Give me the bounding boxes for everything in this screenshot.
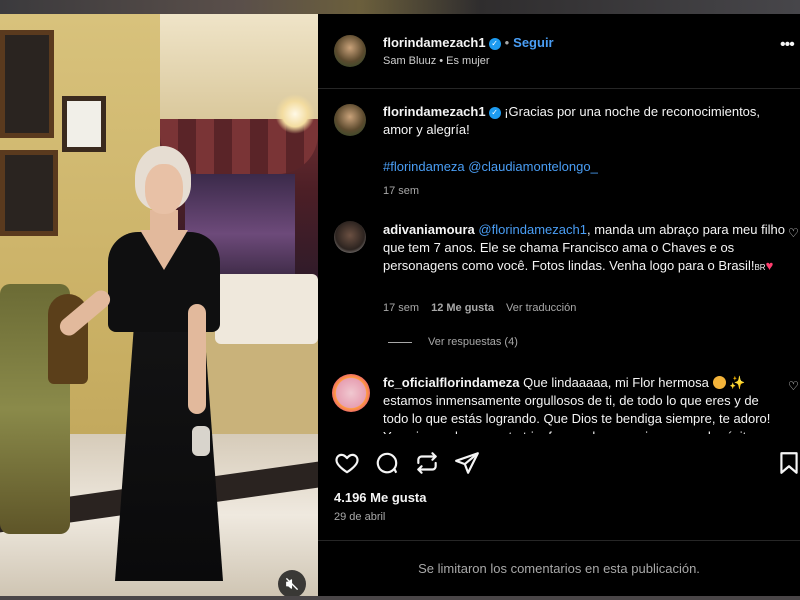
sofa bbox=[215, 274, 318, 344]
caption-avatar[interactable] bbox=[334, 104, 366, 136]
background-strip-bottom bbox=[0, 596, 800, 600]
mute-button[interactable] bbox=[278, 570, 306, 596]
author-avatar[interactable] bbox=[334, 35, 366, 67]
comment-like-button[interactable]: ♡ bbox=[788, 226, 799, 240]
commenter-avatar[interactable] bbox=[332, 374, 370, 412]
share-icon[interactable] bbox=[454, 450, 480, 476]
post-details-panel: florindamezach1 ✓ • Seguir Sam Bluuz • Es m… bbox=[318, 14, 800, 596]
more-options-button[interactable]: ••• bbox=[780, 36, 795, 54]
post-date: 29 de abril bbox=[334, 511, 386, 523]
repost-icon[interactable] bbox=[414, 450, 440, 476]
commenter-avatar[interactable] bbox=[334, 221, 366, 253]
post-header: florindamezach1 ✓ • Seguir Sam Bluuz • Es m… bbox=[318, 14, 800, 89]
comment-like-button[interactable]: ♡ bbox=[788, 379, 799, 393]
comment-likes[interactable]: 12 Me gusta bbox=[431, 302, 494, 314]
chandelier-light bbox=[275, 94, 315, 134]
comments-list[interactable]: florindamezach1 ✓ ¡Gracias por una noche … bbox=[318, 90, 800, 434]
translate-link[interactable]: Ver traducción bbox=[506, 302, 576, 314]
mute-icon bbox=[286, 578, 298, 590]
comment-mention[interactable]: @florindamezach1 bbox=[478, 222, 587, 237]
caption-age: 17 sem bbox=[383, 185, 420, 197]
audio-attribution[interactable]: Sam Bluuz • Es mujer bbox=[383, 55, 490, 67]
comment-username[interactable]: adivaniamoura bbox=[383, 222, 475, 237]
comments-limited-notice: Se limitaron los comentarios en esta pub… bbox=[318, 540, 800, 596]
sparkles-emoji: ✨ bbox=[729, 375, 746, 390]
caption-hashtags[interactable]: #florindameza @claudiamontelongo_ bbox=[383, 158, 785, 176]
author-username[interactable]: florindamezach1 bbox=[383, 35, 486, 50]
action-bar bbox=[318, 446, 800, 486]
wall-frame bbox=[0, 150, 58, 236]
clutch-bag bbox=[192, 426, 210, 456]
wall-frame bbox=[0, 30, 54, 138]
verified-badge-icon: ✓ bbox=[488, 106, 501, 119]
comment-text: adivaniamoura @florindamezach1, manda um… bbox=[383, 222, 785, 273]
heart-icon[interactable] bbox=[334, 450, 360, 476]
heart-eyes-emoji bbox=[712, 376, 726, 389]
follow-button[interactable]: Seguir bbox=[513, 35, 553, 50]
comment-icon[interactable] bbox=[374, 450, 400, 476]
comment-username[interactable]: fc_oficialflorindameza bbox=[383, 375, 520, 390]
post-image[interactable] bbox=[0, 14, 318, 596]
comment-text: fc_oficialflorindameza Que lindaaaaa, mi… bbox=[383, 375, 771, 434]
verified-badge-icon: ✓ bbox=[488, 37, 501, 50]
caption-username[interactable]: florindamezach1 bbox=[383, 104, 486, 119]
like-count[interactable]: 4.196 Me gusta bbox=[334, 490, 427, 505]
caption-text: florindamezach1 ✓ ¡Gracias por una noche … bbox=[383, 103, 785, 139]
country-flag: BR bbox=[754, 263, 766, 272]
background-strip bbox=[0, 0, 800, 14]
face bbox=[145, 164, 183, 214]
bookmark-icon[interactable] bbox=[776, 450, 800, 476]
wall-frame bbox=[62, 96, 106, 152]
comment-meta: 17 sem 12 Me gusta Ver traducción bbox=[383, 302, 577, 314]
heart-emoji: ♥ bbox=[765, 258, 774, 273]
view-replies-button[interactable]: Ver respuestas (4) bbox=[388, 336, 518, 348]
